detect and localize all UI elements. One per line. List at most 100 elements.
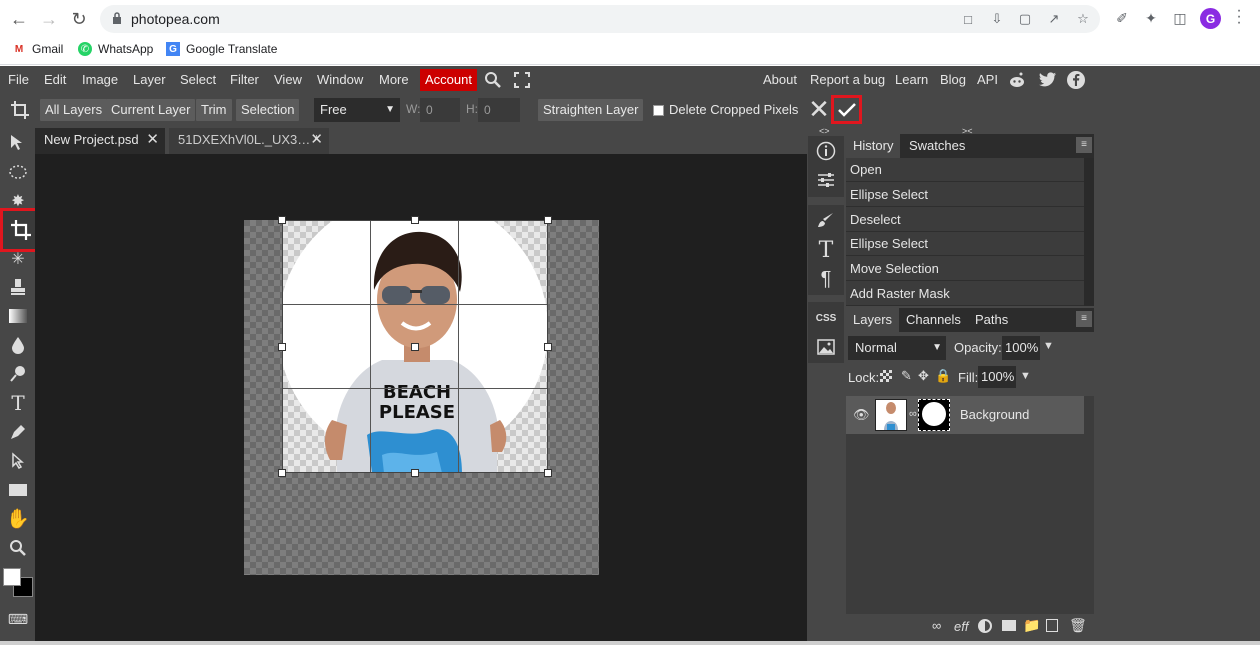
address-bar[interactable]: photopea.com □ ⇩ ▢ ↗ ☆ <box>100 5 1100 33</box>
forward-icon[interactable]: → <box>38 8 60 30</box>
move-tool-icon[interactable] <box>4 130 32 156</box>
reload-icon[interactable]: ↻ <box>68 8 90 30</box>
gradient-tool-icon[interactable] <box>4 303 32 329</box>
confirm-crop-button[interactable] <box>831 95 862 124</box>
lock-transparency-icon[interactable] <box>880 370 892 382</box>
canvas-area[interactable]: BEACH PLEASE <box>35 154 807 643</box>
menu-more[interactable]: More <box>379 72 409 87</box>
path-select-tool-icon[interactable] <box>4 448 32 474</box>
bookmark-gmail[interactable]: M Gmail <box>12 42 64 56</box>
bookmark-google-translate[interactable]: G Google Translate <box>166 42 277 56</box>
menu-edit[interactable]: Edit <box>44 72 66 87</box>
eye-icon[interactable]: 👁 <box>853 407 870 423</box>
current-layer-button[interactable]: Current Layer <box>106 99 196 121</box>
delete-layer-icon[interactable]: 🗑 <box>1069 617 1087 634</box>
opacity-dropdown-icon[interactable]: ▼ <box>1043 340 1054 352</box>
tab-paths[interactable]: Paths <box>968 308 1015 332</box>
panel-menu-icon[interactable]: ≡ <box>1076 137 1092 153</box>
tab-channels[interactable]: Channels <box>899 308 968 332</box>
type-tool-icon[interactable]: T <box>4 390 32 416</box>
lock-all-icon[interactable]: 🔒 <box>935 368 951 384</box>
keyboard-icon[interactable]: ⌨ <box>4 606 32 632</box>
fill-dropdown-icon[interactable]: ▼ <box>1020 370 1031 382</box>
crop-handle[interactable] <box>411 216 419 224</box>
menu-file[interactable]: File <box>8 72 29 87</box>
history-scrollbar[interactable] <box>1084 158 1094 306</box>
expand-arrows-icon[interactable]: >< <box>962 126 973 136</box>
crop-handle[interactable] <box>278 343 286 351</box>
menu-learn[interactable]: Learn <box>895 72 928 87</box>
back-icon[interactable]: ← <box>8 8 30 30</box>
fullscreen-icon[interactable] <box>514 72 530 88</box>
bookmark-whatsapp[interactable]: ✆ WhatsApp <box>78 42 153 56</box>
menu-layer[interactable]: Layer <box>133 72 166 87</box>
menu-image[interactable]: Image <box>82 72 118 87</box>
add-mask-icon[interactable] <box>1002 620 1016 631</box>
chrome-menu-icon[interactable]: · · · <box>1234 3 1244 31</box>
crop-handle[interactable] <box>544 469 552 477</box>
close-icon[interactable]: ✕ <box>310 128 323 152</box>
menu-window[interactable]: Window <box>317 72 363 87</box>
lock-pixels-icon[interactable]: ✎ <box>901 368 912 384</box>
color-swatches[interactable] <box>3 568 35 600</box>
panel-menu-icon[interactable]: ≡ <box>1076 311 1092 327</box>
crop-handle[interactable] <box>411 469 419 477</box>
eyedropper-extension-icon[interactable]: ✐ <box>1113 9 1131 27</box>
new-layer-icon[interactable] <box>1046 619 1058 632</box>
tab-image-file[interactable]: 51DXEXhVl0L._UX3… * ✕ <box>169 128 329 154</box>
link-icon[interactable]: ∞ <box>909 408 917 420</box>
hand-tool-icon[interactable]: ✋ <box>4 506 32 532</box>
crop-handle[interactable] <box>278 216 286 224</box>
history-item[interactable]: Open <box>846 158 1084 182</box>
dodge-tool-icon[interactable] <box>4 361 32 387</box>
tab-layers[interactable]: Layers <box>846 308 900 332</box>
facebook-icon[interactable] <box>1066 70 1086 90</box>
ellipse-select-tool-icon[interactable] <box>4 159 32 185</box>
blend-mode-select[interactable]: Normal ▼ <box>848 336 946 360</box>
menu-filter[interactable]: Filter <box>230 72 259 87</box>
effects-icon[interactable]: eff <box>954 619 968 634</box>
menu-report-bug[interactable]: Report a bug <box>810 72 885 87</box>
mask-thumbnail[interactable] <box>918 399 950 431</box>
crop-handle[interactable] <box>278 469 286 477</box>
close-icon[interactable]: ✕ <box>146 128 159 152</box>
extensions-puzzle-icon[interactable]: ✦ <box>1142 9 1160 27</box>
trim-button[interactable]: Trim <box>196 99 232 121</box>
share-icon[interactable]: ↗ <box>1046 11 1062 27</box>
height-input[interactable]: 0 <box>478 98 520 122</box>
image-icon[interactable] <box>811 333 841 361</box>
delete-cropped-checkbox[interactable] <box>653 105 664 116</box>
pen-tool-icon[interactable] <box>4 419 32 445</box>
search-icon[interactable] <box>484 71 502 89</box>
layer-row[interactable]: 👁 ∞ Background <box>846 396 1084 434</box>
twitter-icon[interactable] <box>1038 70 1058 90</box>
lock-position-icon[interactable]: ✥ <box>918 368 929 384</box>
menu-about[interactable]: About <box>763 72 797 87</box>
history-item[interactable]: Deselect <box>846 208 1084 232</box>
clone-stamp-tool-icon[interactable] <box>4 274 32 300</box>
rectangle-tool-icon[interactable] <box>4 477 32 503</box>
opacity-input[interactable]: 100% <box>1002 336 1040 360</box>
cancel-crop-icon[interactable]: ✕ <box>808 96 830 122</box>
menu-select[interactable]: Select <box>180 72 216 87</box>
history-item[interactable]: Add Raster Mask <box>846 282 1084 306</box>
selection-button[interactable]: Selection <box>236 99 300 121</box>
zoom-tool-icon[interactable] <box>4 535 32 561</box>
reddit-icon[interactable] <box>1007 70 1027 90</box>
aspect-ratio-select[interactable]: Free ▼ <box>314 98 400 122</box>
width-input[interactable]: 0 <box>420 98 460 122</box>
document-canvas[interactable]: BEACH PLEASE <box>244 216 599 575</box>
info-icon[interactable] <box>811 137 841 165</box>
brush-settings-icon[interactable] <box>811 206 841 234</box>
blur-tool-icon[interactable] <box>4 332 32 358</box>
collapse-arrows-icon[interactable]: <> <box>819 126 830 136</box>
background-color[interactable] <box>3 568 21 586</box>
paragraph-icon[interactable]: ¶ <box>811 265 841 293</box>
page-icon[interactable]: ▢ <box>1017 11 1033 27</box>
crop-tool-icon[interactable] <box>0 208 42 252</box>
adjustments-icon[interactable] <box>811 166 841 194</box>
all-layers-button[interactable]: All Layers <box>40 99 108 121</box>
menu-api[interactable]: API <box>977 72 998 87</box>
menu-blog[interactable]: Blog <box>940 72 966 87</box>
straighten-layer-button[interactable]: Straighten Layer <box>538 99 644 121</box>
